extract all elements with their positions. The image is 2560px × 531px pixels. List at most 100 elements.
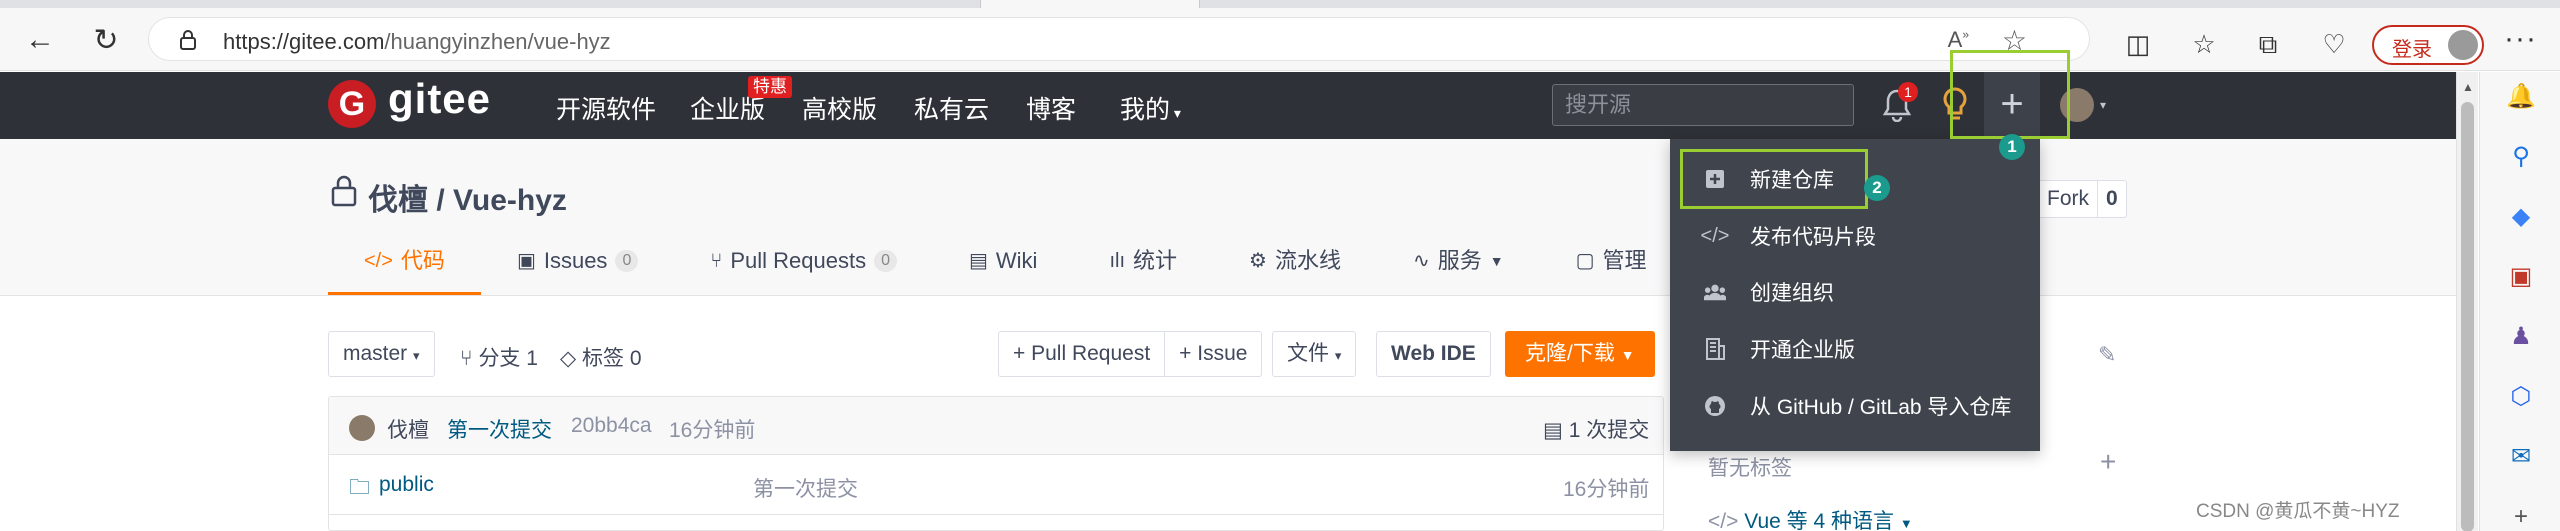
code-icon: </> [1700,224,1730,247]
url-host: https://gitee.com [223,29,385,54]
github-icon [1704,395,1726,417]
pr-issue-group: + Pull Request + Issue [998,331,1263,377]
more-icon[interactable]: ··· [2504,22,2537,56]
commit-message[interactable]: 第一次提交 [447,414,552,444]
chevron-down-icon[interactable]: ▾ [2100,98,2106,112]
web-ide-button[interactable]: Web IDE [1376,331,1491,377]
chevron-down-icon: ▾ [1170,105,1181,121]
step-marker-2: 2 [1864,175,1890,201]
menu-item-new-org[interactable]: 创建组织 [1670,264,2040,320]
commit-hash[interactable]: 20bb4ca [571,414,652,438]
table-row[interactable]: 🗀 public 第一次提交 16分钟前 [329,455,1663,515]
tab-code[interactable]: </> 代码 [328,237,481,295]
tab-pipeline[interactable]: ⚙ 流水线 [1213,237,1377,295]
file-menu-button[interactable]: 文件 ▾ [1272,331,1357,377]
nav-university[interactable]: 高校版 [802,90,877,126]
add-tag-icon[interactable]: + [2100,446,2116,478]
profile-avatar [2448,30,2478,60]
page-scrollbar[interactable]: ▲ [2456,72,2478,531]
language-count: 等 4 种语言 [1786,510,1895,531]
gitee-logo-text[interactable]: gitee [388,75,491,123]
nav-open-source[interactable]: 开源软件 [556,90,656,126]
menu-item-import[interactable]: 从 GitHub / GitLab 导入仓库 [1670,378,2040,434]
tab-services[interactable]: ∿ 服务 ▼ [1377,237,1540,295]
private-lock-icon [331,175,357,207]
address-bar[interactable]: https://gitee.com/huangyinzhen/vue-hyz A… [148,17,2090,61]
file-name[interactable]: public [379,473,434,497]
tab-label: 流水线 [1274,248,1341,273]
tab-manage[interactable]: ▢ 管理 [1540,237,1683,295]
collections-icon[interactable]: ⧉ [2252,28,2284,60]
file-commit-message[interactable]: 第一次提交 [753,473,858,503]
repo-tabs: </> 代码 ▣ Issues 0 ⑂ Pull Requests 0 ▤ Wiki ılı… [328,237,1683,295]
language-summary[interactable]: </> Vue 等 4 种语言 ▼ [1708,505,1913,531]
commit-count-link[interactable]: ▤ 1 次提交 [1543,414,1649,444]
branches-label: 分支 1 [478,347,538,370]
repo-header: 伐檀 / Vue-hyz Fork 0 </> 代码 ▣ Issues 0 ⑂ Pull… [0,139,2456,296]
repo-title[interactable]: 伐檀 / Vue-hyz [368,175,567,219]
stats-icon: ılı [1109,250,1126,272]
branch-icon: ⑂ [460,347,479,370]
split-screen-icon[interactable]: ◫ [2122,28,2154,60]
tab-label: Issues [543,248,608,273]
scroll-up-icon[interactable]: ▲ [2462,80,2474,94]
profile-login-button[interactable]: 登录 [2372,25,2484,65]
branch-select[interactable]: master ▾ [328,331,435,377]
search-input[interactable] [1553,85,1853,125]
back-icon[interactable]: ← [20,20,60,60]
games-icon[interactable]: ♟ [2506,322,2536,352]
login-label: 登录 [2392,39,2432,61]
file-label: 文件 [1287,342,1329,365]
highlight-plus-button [1950,50,2070,139]
favorites-icon[interactable]: ☆ [2188,28,2220,60]
new-pull-request-button[interactable]: + Pull Request [999,332,1164,376]
tab-stats[interactable]: ılı 统计 [1073,237,1213,295]
fork-label: Fork [2047,187,2089,210]
author-avatar[interactable] [349,415,375,441]
nav-private-cloud[interactable]: 私有云 [914,90,989,126]
fork-button[interactable]: Fork 0 [2038,180,2127,218]
code-icon: </> [1708,510,1739,531]
gitee-logo-icon[interactable]: G [328,80,376,128]
notification-bell-icon[interactable]: 🔔 [2506,82,2536,112]
menu-item-label: 发布代码片段 [1750,226,1876,249]
tab-pull-requests[interactable]: ⑂ Pull Requests 0 [674,237,933,295]
toolbox-icon[interactable]: ▣ [2506,262,2536,292]
clone-download-button[interactable]: 克隆/下载 ▼ [1505,331,1655,377]
tab-wiki[interactable]: ▤ Wiki [933,237,1073,295]
menu-item-enterprise[interactable]: 开通企业版 [1670,321,2040,377]
chevron-down-icon: ▼ [1620,347,1635,363]
chevron-down-icon: ▼ [1899,516,1913,531]
office-icon[interactable]: ⬡ [2506,382,2536,412]
outlook-icon[interactable]: ✉ [2506,442,2536,472]
folder-icon: 🗀 [349,476,370,499]
new-issue-button[interactable]: + Issue [1164,332,1261,376]
menu-item-label: 从 GitHub / GitLab 导入仓库 [1750,396,2012,419]
branches-link[interactable]: ⑂ 分支 1 [460,342,538,372]
commit-list-icon: ▤ [1543,419,1569,442]
nav-blog[interactable]: 博客 [1026,90,1076,126]
issues-count: 0 [615,250,639,272]
tab-issues[interactable]: ▣ Issues 0 [481,237,674,295]
special-offer-badge: 特惠 [748,76,792,98]
search-icon[interactable]: ⚲ [2506,142,2536,172]
file-time: 16分钟前 [1563,478,1650,501]
shopping-tag-icon[interactable]: ◆ [2506,202,2536,232]
scrollbar-thumb[interactable] [2461,102,2474,531]
menu-item-new-snippet[interactable]: </> 发布代码片段 [1670,208,2040,264]
tab-label: 统计 [1133,248,1178,273]
file-browser-panel: 伐檀 第一次提交 20bb4ca 16分钟前 ▤ 1 次提交 🗀 public … [328,396,1664,531]
refresh-icon[interactable]: ↻ [86,20,126,60]
add-sidebar-icon[interactable]: + [2506,502,2536,531]
edit-icon[interactable]: ✎ [2098,342,2122,367]
browser-essentials-icon[interactable]: ♡ [2318,28,2350,60]
lock-icon [180,30,196,50]
tags-link[interactable]: ◇ 标签 0 [560,342,642,372]
tab-label: 管理 [1602,248,1647,273]
nav-mine[interactable]: 我的 ▾ [1120,90,1181,126]
latest-commit-row: 伐檀 第一次提交 20bb4ca 16分钟前 ▤ 1 次提交 [329,397,1663,455]
commit-author[interactable]: 伐檀 [387,414,429,444]
active-tab[interactable] [980,0,1200,8]
clone-label: 克隆/下载 [1525,342,1615,365]
pull-request-icon: ⑂ [710,250,723,272]
